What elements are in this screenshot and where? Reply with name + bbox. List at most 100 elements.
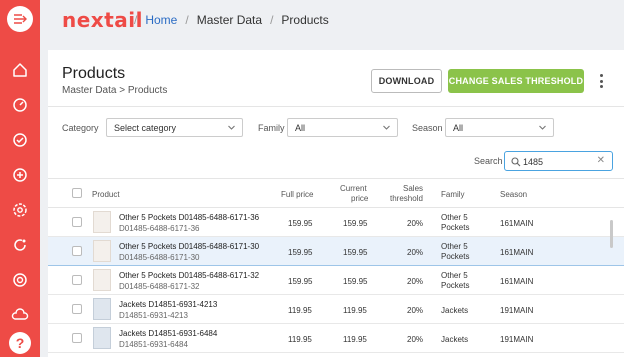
product-name[interactable]: Other 5 Pockets D01485-6488-6171-32 xyxy=(119,271,259,280)
full-price: 119.95 xyxy=(288,335,312,344)
family: Jackets xyxy=(441,306,469,315)
family: Other 5 Pockets xyxy=(441,271,470,290)
menu-icon xyxy=(7,6,33,32)
home-icon xyxy=(13,63,27,77)
clear-search-icon[interactable]: ✕ xyxy=(597,155,605,166)
col-product[interactable]: Product xyxy=(92,190,120,200)
table-row[interactable]: Jackets D14851-6931-6484 D14851-6931-648… xyxy=(48,324,624,353)
product-thumbnail xyxy=(93,240,111,262)
product-name[interactable]: Jackets D14851-6931-4213 xyxy=(119,300,217,309)
add-circle-icon xyxy=(13,168,27,182)
table-row[interactable]: Other 5 Pockets D01485-6488-6171-36 D014… xyxy=(48,208,624,237)
cloud-sync-icon xyxy=(11,308,29,320)
product-name[interactable]: Other 5 Pockets D01485-6488-6171-36 xyxy=(119,213,259,222)
change-sales-threshold-button[interactable]: CHANGE SALES THRESHOLD xyxy=(448,69,584,93)
table-row[interactable]: Other 5 Pockets D01485-6488-6171-30 D014… xyxy=(48,237,624,266)
product-code: D01485-6488-6171-36 xyxy=(119,224,200,233)
breadcrumb-master-data[interactable]: Master Data xyxy=(197,13,262,27)
product-code: D01485-6488-6171-32 xyxy=(119,282,200,291)
breadcrumb-separator: / xyxy=(134,13,138,27)
col-full-price[interactable]: Full price xyxy=(281,190,313,200)
search-icon xyxy=(511,157,521,167)
sidebar-item-home[interactable] xyxy=(0,55,40,85)
row-checkbox[interactable] xyxy=(72,333,82,343)
dashboard-icon xyxy=(13,98,27,112)
product-code: D14851-6931-6484 xyxy=(119,340,188,349)
breadcrumb-home-link[interactable]: Home xyxy=(145,13,177,27)
row-checkbox[interactable] xyxy=(72,217,82,227)
product-name[interactable]: Jackets D14851-6931-6484 xyxy=(119,329,217,338)
sidebar-item-target[interactable] xyxy=(0,265,40,295)
full-price: 119.95 xyxy=(288,306,312,315)
sales-threshold: 20% xyxy=(407,335,424,344)
settings-search-icon xyxy=(13,203,27,217)
family: Other 5 Pockets xyxy=(441,242,470,261)
category-select-value: Select category xyxy=(114,122,177,133)
product-thumbnail xyxy=(93,269,111,291)
table-row[interactable]: Other 5 Pockets D01485-6488-6171-32 D014… xyxy=(48,266,624,295)
divider xyxy=(48,106,624,107)
sales-threshold: 20% xyxy=(407,248,424,257)
sidebar: ? xyxy=(0,0,40,357)
product-thumbnail xyxy=(93,327,111,349)
product-name[interactable]: Other 5 Pockets D01485-6488-6171-30 xyxy=(119,242,259,251)
table-header: Product Full price Current price Sales t… xyxy=(48,178,624,208)
season: 161MAIN xyxy=(500,219,534,228)
season: 161MAIN xyxy=(500,248,534,257)
col-sales-2[interactable]: threshold xyxy=(390,194,423,204)
family: Jackets xyxy=(441,335,469,344)
sidebar-item-dashboard[interactable] xyxy=(0,90,40,120)
sidebar-item-settings[interactable] xyxy=(0,195,40,225)
col-season[interactable]: Season xyxy=(500,190,527,200)
full-price: 159.95 xyxy=(288,219,313,228)
help-button[interactable]: ? xyxy=(9,332,31,354)
target-icon xyxy=(13,273,27,287)
breadcrumb: / Home / Master Data / Products xyxy=(134,13,329,27)
product-code: D14851-6931-4213 xyxy=(119,311,188,320)
row-checkbox[interactable] xyxy=(72,275,82,285)
menu-button[interactable] xyxy=(0,4,40,34)
more-options-icon[interactable] xyxy=(597,72,605,90)
col-current-price-1[interactable]: Current xyxy=(340,184,367,194)
sales-threshold: 20% xyxy=(407,219,424,228)
sales-threshold: 20% xyxy=(407,306,424,315)
chevron-down-icon xyxy=(383,125,390,130)
search-input[interactable] xyxy=(523,155,593,168)
sidebar-item-refresh[interactable] xyxy=(0,230,40,260)
season-select[interactable]: All xyxy=(445,118,554,137)
col-sales-1[interactable]: Sales xyxy=(403,184,423,194)
search-field[interactable]: ✕ xyxy=(504,151,613,171)
row-checkbox[interactable] xyxy=(72,246,82,256)
top-header: nextail / Home / Master Data / Products xyxy=(40,0,624,44)
breadcrumb-separator: / xyxy=(185,13,189,27)
product-thumbnail xyxy=(93,298,111,320)
search-label: Search xyxy=(474,156,503,166)
family-select[interactable]: All xyxy=(287,118,398,137)
current-price: 159.95 xyxy=(343,248,368,257)
breadcrumb-current: Products xyxy=(281,13,329,27)
sidebar-item-add[interactable] xyxy=(0,160,40,190)
table-row[interactable]: Jackets D14851-6931-4213 D14851-6931-421… xyxy=(48,295,624,324)
current-price: 119.95 xyxy=(343,306,367,315)
season: 191MAIN xyxy=(500,335,534,344)
select-all-checkbox[interactable] xyxy=(72,188,82,198)
chevron-down-icon xyxy=(228,125,235,130)
family: Other 5 Pockets xyxy=(441,213,470,232)
check-circle-icon xyxy=(13,133,27,147)
col-family[interactable]: Family xyxy=(441,190,465,200)
row-checkbox[interactable] xyxy=(72,304,82,314)
brand-logo[interactable]: nextail xyxy=(62,8,143,32)
sidebar-item-tasks[interactable] xyxy=(0,125,40,155)
sidebar-item-sync[interactable] xyxy=(0,300,40,330)
col-current-price-2[interactable]: price xyxy=(351,194,368,204)
category-select[interactable]: Select category xyxy=(106,118,243,137)
sales-threshold: 20% xyxy=(407,277,424,286)
page-title: Products xyxy=(62,65,126,82)
current-price: 119.95 xyxy=(343,335,367,344)
full-price: 159.95 xyxy=(288,248,313,257)
product-thumbnail xyxy=(93,211,111,233)
table-scrollbar[interactable] xyxy=(610,220,613,248)
season: 191MAIN xyxy=(500,306,534,315)
products-panel: Products Master Data > Products DOWNLOAD… xyxy=(48,50,624,357)
download-button[interactable]: DOWNLOAD xyxy=(371,69,442,93)
